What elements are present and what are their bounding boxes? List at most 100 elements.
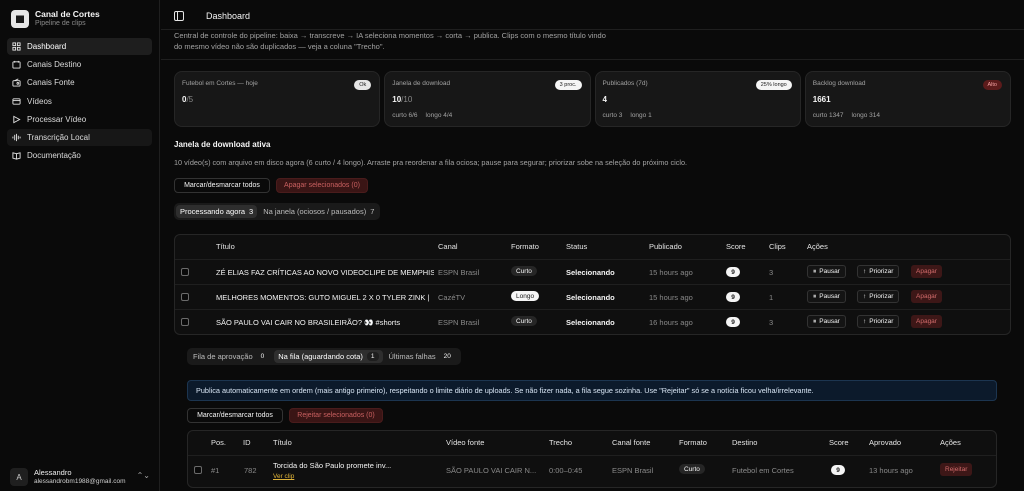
tab-count: 7: [370, 207, 375, 216]
sidebar-toggle-icon[interactable]: [174, 11, 184, 21]
row-title: MELHORES MOMENTOS: GUTO MIGUEL 2 X 0 TYL…: [216, 293, 430, 302]
row-published: 15 hours ago: [649, 293, 693, 302]
toggle-all-button[interactable]: Marcar/desmarcar todos: [174, 178, 270, 193]
pause-button[interactable]: ⏸ Pausar: [807, 315, 846, 328]
sidebar-item-label: Vídeos: [27, 96, 52, 106]
score-badge: 9: [726, 292, 740, 302]
sidebar-item-transcricao-local[interactable]: Transcrição Local: [7, 128, 152, 146]
status-badge: 25% longo: [755, 80, 792, 90]
pause-button[interactable]: ⏸ Pausar: [807, 265, 846, 278]
row-title: Torcida do São Paulo promete inv...: [273, 461, 392, 470]
delete-button[interactable]: Apagar: [911, 265, 942, 278]
sidebar-item-dashboard[interactable]: Dashboard: [7, 38, 152, 55]
page-header: Dashboard: [161, 0, 1024, 30]
brand[interactable]: Canal de Cortes Pipeline de clips: [11, 9, 100, 28]
column-header: ID: [243, 438, 251, 447]
reject-selected-button[interactable]: Rejeitar selecionados (0): [289, 408, 383, 423]
tab-processando[interactable]: Processando agora 3: [176, 205, 258, 218]
row-clips: 1: [769, 293, 774, 302]
status-badge: Alto: [982, 80, 1002, 90]
column-header: Formato: [511, 242, 539, 251]
pause-icon: ⏸: [813, 292, 817, 300]
stat-sub-item: curto 1347: [812, 112, 844, 119]
row-destination: Futebol em Cortes: [732, 466, 794, 475]
button-label: Pausar: [819, 268, 840, 275]
tab-na-janela[interactable]: Na janela (ociosos / pausados) 7: [259, 205, 378, 218]
sidebar-item-documentacao[interactable]: Documentação: [7, 147, 152, 164]
row-published: 16 hours ago: [649, 318, 693, 327]
calendar-icon: [12, 61, 21, 69]
button-label: Pausar: [819, 293, 840, 300]
sidebar-item-canais-fonte[interactable]: Canais Fonte: [7, 74, 152, 91]
approval-tabs: Fila de aprovação 0 Na fila (aguardando c…: [187, 348, 461, 365]
table-row[interactable]: ZÉ ELIAS FAZ CRÍTICAS AO NOVO VIDEOCLIPE…: [175, 259, 1010, 284]
row-status: Selecionando: [566, 268, 615, 277]
score-badge: 9: [726, 317, 740, 327]
stat-value-total: /5: [186, 95, 194, 104]
stat-label: Futebol em Cortes — hoje: [182, 80, 258, 87]
info-alert: Publica automaticamente em ordem (mais a…: [187, 380, 997, 401]
delete-selected-button[interactable]: Apagar selecionados (0): [276, 178, 368, 193]
row-published: 15 hours ago: [649, 268, 693, 277]
sidebar-item-canais-destino[interactable]: Canais Destino: [7, 56, 152, 73]
tab-label: Na fila (aguardando cota): [278, 352, 363, 361]
stat-card-backlog: Backlog download Alto 1661 curto 1347 lon…: [804, 71, 1011, 127]
tab-label: Processando agora: [180, 207, 246, 216]
sidebar-item-processar-video[interactable]: Processar Vídeo: [7, 111, 152, 128]
sidebar-item-label: Transcrição Local: [27, 132, 90, 142]
page-title: Dashboard: [206, 11, 251, 21]
table-row[interactable]: SÃO PAULO VAI CAIR NO BRASILEIRÃO? 👀 #sh…: [175, 309, 1010, 334]
column-header: Score: [829, 438, 849, 447]
pause-button[interactable]: ⏸ Pausar: [807, 290, 846, 303]
column-header: Formato: [679, 438, 707, 447]
reject-button[interactable]: Rejeitar: [940, 463, 973, 476]
row-checkbox[interactable]: [181, 318, 189, 326]
sidebar-item-label: Dashboard: [27, 42, 67, 51]
stat-sub: curto 6/6 longo 4/4: [392, 112, 582, 119]
button-label: Priorizar: [869, 268, 894, 275]
arrow-up-icon: ↑: [863, 293, 867, 300]
format-badge: Curto: [679, 464, 705, 474]
row-title: SÃO PAULO VAI CAIR NO BRASILEIRÃO? 👀 #sh…: [216, 318, 401, 327]
stats-cards: Futebol em Cortes — hoje Ok 0/5 Janela d…: [174, 71, 1011, 127]
clapperboard-icon: [11, 9, 29, 28]
user-menu[interactable]: A Alessandro alessandrobm1988@gmail.com …: [10, 466, 150, 488]
prioritize-button[interactable]: ↑ Priorizar: [857, 290, 900, 303]
column-header: Pos.: [211, 438, 227, 447]
queue-table: Pos. ID Título Vídeo fonte Trecho Canal …: [187, 430, 997, 488]
row-checkbox[interactable]: [194, 466, 202, 474]
row-channel: ESPN Brasil: [438, 268, 480, 277]
row-position: #1: [211, 466, 220, 475]
delete-button[interactable]: Apagar: [911, 290, 942, 303]
column-header: Trecho: [549, 438, 573, 447]
sidebar-item-label: Canais Destino: [27, 60, 82, 70]
row-checkbox[interactable]: [181, 268, 189, 276]
tab-ultimas-falhas[interactable]: Últimas falhas 20: [385, 350, 459, 363]
sidebar-nav: Dashboard Canais Destino Canais Fonte Ví…: [7, 38, 152, 165]
stat-value-total: /10: [401, 95, 413, 104]
delete-button[interactable]: Apagar: [911, 315, 942, 328]
column-header: Aprovado: [869, 438, 902, 447]
tab-label: Fila de aprovação: [193, 352, 253, 361]
brand-subtitle: Pipeline de clips: [35, 20, 86, 27]
status-badge: Ok: [354, 80, 372, 90]
button-label: Priorizar: [869, 293, 894, 300]
table-row[interactable]: #1 782 Torcida do São Paulo promete inv.…: [188, 455, 996, 487]
table-row[interactable]: MELHORES MOMENTOS: GUTO MIGUEL 2 X 0 TYL…: [175, 284, 1010, 309]
row-channel: ESPN Brasil: [438, 318, 480, 327]
toggle-all-button[interactable]: Marcar/desmarcar todos: [187, 408, 283, 423]
prioritize-button[interactable]: ↑ Priorizar: [857, 265, 900, 278]
tab-count: 3: [249, 207, 254, 216]
column-header: Publicado: [649, 242, 682, 251]
sidebar-item-videos[interactable]: Vídeos: [7, 93, 152, 110]
view-clip-link[interactable]: Ver clip: [273, 473, 294, 480]
prioritize-button[interactable]: ↑ Priorizar: [857, 315, 900, 328]
book-icon: [12, 152, 21, 160]
brand-title: Canal de Cortes: [35, 9, 100, 19]
row-checkbox[interactable]: [181, 293, 189, 301]
chevron-up-down-icon: ⌃⌄: [136, 471, 150, 480]
stat-label: Janela de download: [392, 80, 451, 87]
row-id: 782: [244, 466, 257, 475]
tab-fila-aprovacao[interactable]: Fila de aprovação 0: [189, 350, 272, 363]
tab-na-fila[interactable]: Na fila (aguardando cota) 1: [274, 350, 383, 363]
